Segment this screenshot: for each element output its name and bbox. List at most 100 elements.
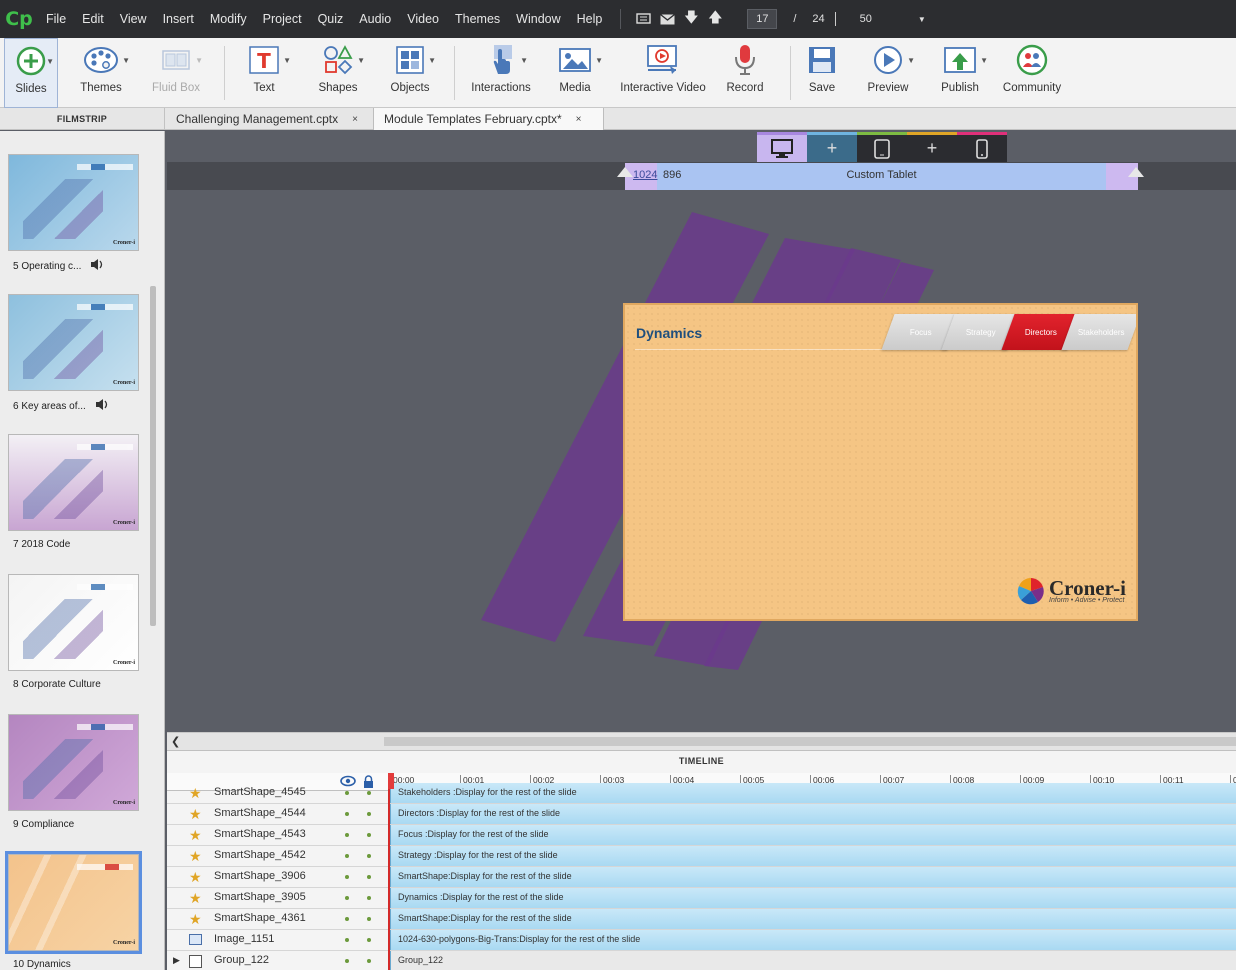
lock-dot[interactable]: [367, 896, 371, 900]
slide-title[interactable]: Dynamics: [636, 325, 702, 341]
visibility-dot[interactable]: [345, 791, 349, 795]
themes-button[interactable]: ▼ Themes: [78, 38, 130, 108]
timeline-row[interactable]: ★ SmartShape_3905 Dynamics :Display for th…: [167, 888, 1236, 909]
visibility-dot[interactable]: [345, 959, 349, 963]
mail-icon[interactable]: [655, 0, 679, 38]
lock-dot[interactable]: [367, 938, 371, 942]
filmstrip-thumbnail[interactable]: Croner-i: [8, 574, 139, 671]
menu-modify[interactable]: Modify: [202, 0, 255, 38]
menu-video[interactable]: Video: [399, 0, 447, 38]
menu-project[interactable]: Project: [255, 0, 310, 38]
interactions-button[interactable]: ▼ Interactions: [470, 38, 532, 108]
visibility-dot[interactable]: [345, 854, 349, 858]
lock-dot[interactable]: [367, 854, 371, 858]
filmstrip-thumbnail[interactable]: Croner-i: [8, 294, 139, 391]
close-icon[interactable]: ×: [576, 114, 582, 125]
objects-button[interactable]: ▼ Objects: [388, 38, 436, 108]
filmstrip-label[interactable]: 8 Corporate Culture: [13, 679, 101, 690]
playhead-handle[interactable]: [388, 773, 394, 789]
filmstrip-label[interactable]: 5 Operating c...: [13, 259, 104, 273]
menu-quiz[interactable]: Quiz: [310, 0, 352, 38]
visibility-dot[interactable]: [345, 896, 349, 900]
menu-view[interactable]: View: [112, 0, 155, 38]
arrow-down-icon[interactable]: 🡇: [679, 0, 703, 38]
timeline-bar[interactable]: Directors :Display for the rest of the s…: [390, 804, 1236, 824]
timeline-row[interactable]: ▶ Group_122 Group_122: [167, 951, 1236, 970]
slides-button[interactable]: ▼ Slides: [4, 38, 58, 108]
filmstrip-thumbnail[interactable]: Croner-i: [8, 714, 139, 811]
slide-tab-stakeholders[interactable]: Stakeholders: [1061, 314, 1136, 350]
breakpoint-bar[interactable]: 1024 896 Custom Tablet: [625, 163, 1138, 190]
visibility-dot[interactable]: [345, 812, 349, 816]
lock-dot[interactable]: [367, 917, 371, 921]
tab-challenging-management[interactable]: Challenging Management.cptx ×: [166, 108, 374, 130]
timeline-bar[interactable]: Stakeholders :Display for the rest of th…: [390, 783, 1236, 803]
add-breakpoint-icon[interactable]: +: [807, 132, 857, 162]
text-button[interactable]: T ▼ Text: [244, 38, 291, 108]
publish-button[interactable]: ▼ Publish: [938, 38, 988, 108]
timeline-row[interactable]: Image_1151 1024-630-polygons-Big-Trans:Di…: [167, 930, 1236, 951]
menu-themes[interactable]: Themes: [447, 0, 508, 38]
timeline-row[interactable]: ★ SmartShape_4545 Stakeholders :Display fo…: [167, 783, 1236, 804]
timeline-bar[interactable]: SmartShape:Display for the rest of the s…: [390, 867, 1236, 887]
add-breakpoint-icon[interactable]: +: [907, 132, 957, 162]
mobile-icon[interactable]: [957, 132, 1007, 162]
visibility-dot[interactable]: [345, 938, 349, 942]
community-button[interactable]: Community: [1003, 38, 1061, 108]
timeline-bar[interactable]: Focus :Display for the rest of the slide: [390, 825, 1236, 845]
zoom-select[interactable]: 50 ▼: [843, 9, 926, 29]
timeline-row[interactable]: ★ SmartShape_4361 SmartShape:Display for t…: [167, 909, 1236, 930]
timeline-bar[interactable]: Strategy :Display for the rest of the sl…: [390, 846, 1236, 866]
desktop-icon[interactable]: [757, 132, 807, 162]
tab-module-templates[interactable]: Module Templates February.cptx* ×: [374, 108, 604, 130]
visibility-dot[interactable]: [345, 875, 349, 879]
lock-dot[interactable]: [367, 833, 371, 837]
filmstrip-label[interactable]: 9 Compliance: [13, 819, 74, 830]
timeline-bar[interactable]: SmartShape:Display for the rest of the s…: [390, 909, 1236, 929]
menu-file[interactable]: File: [38, 0, 74, 38]
lock-dot[interactable]: [367, 875, 371, 879]
current-slide-field[interactable]: 17: [747, 9, 778, 29]
timeline-row[interactable]: ★ SmartShape_4542 Strategy :Display for th…: [167, 846, 1236, 867]
timeline-bar[interactable]: 1024-630-polygons-Big-Trans:Display for …: [390, 930, 1236, 950]
expand-arrow-icon[interactable]: ▶: [173, 955, 180, 966]
timeline-playhead[interactable]: [388, 773, 390, 970]
media-button[interactable]: ▼ Media: [556, 38, 603, 108]
filmstrip-thumbnail[interactable]: Croner-i: [8, 154, 139, 251]
filmstrip-label[interactable]: 6 Key areas of...: [13, 399, 109, 413]
speaker-icon[interactable]: [95, 399, 109, 413]
lock-dot[interactable]: [367, 812, 371, 816]
timeline-bar[interactable]: Group_122: [390, 951, 1236, 970]
slide-dynamics[interactable]: Dynamics Focus Strategy Directors Stakeh…: [623, 303, 1138, 621]
filmstrip-thumbnail[interactable]: Croner-i: [5, 851, 142, 954]
breakpoint-marker-left[interactable]: [617, 167, 633, 177]
menu-insert[interactable]: Insert: [155, 0, 202, 38]
fluid-box-button[interactable]: ▼ Fluid Box: [150, 38, 203, 108]
save-button[interactable]: Save: [807, 38, 837, 108]
filmstrip-scrollbar[interactable]: [150, 286, 156, 626]
menu-window[interactable]: Window: [508, 0, 568, 38]
speaker-icon[interactable]: [91, 259, 104, 273]
menu-audio[interactable]: Audio: [351, 0, 399, 38]
menu-help[interactable]: Help: [569, 0, 611, 38]
visibility-dot[interactable]: [345, 917, 349, 921]
breakpoint-marker-right[interactable]: [1128, 167, 1144, 177]
tablet-icon[interactable]: [857, 132, 907, 162]
filmstrip-thumbnail[interactable]: Croner-i: [8, 434, 139, 531]
scroll-left-icon[interactable]: ❮: [171, 735, 180, 748]
timeline-bar[interactable]: Dynamics :Display for the rest of the sl…: [390, 888, 1236, 908]
timeline-row[interactable]: ★ SmartShape_3906 SmartShape:Display for t…: [167, 867, 1236, 888]
interactive-video-button[interactable]: Interactive Video: [619, 38, 707, 108]
scroll-thumb[interactable]: [384, 737, 1236, 746]
close-icon[interactable]: ×: [352, 114, 358, 125]
filmstrip-label[interactable]: 7 2018 Code: [13, 539, 70, 550]
timeline-row[interactable]: ★ SmartShape_4544 Directors :Display for t…: [167, 804, 1236, 825]
preview-button[interactable]: ▼ Preview: [866, 38, 915, 108]
visibility-dot[interactable]: [345, 833, 349, 837]
lock-dot[interactable]: [367, 959, 371, 963]
shapes-button[interactable]: ▼ Shapes: [316, 38, 365, 108]
filmstrip-label[interactable]: 10 Dynamics: [13, 959, 71, 970]
stage-horizontal-scrollbar[interactable]: ❮: [167, 732, 1236, 750]
screen-icon[interactable]: [631, 0, 655, 38]
timeline-row[interactable]: ★ SmartShape_4543 Focus :Display for the r…: [167, 825, 1236, 846]
